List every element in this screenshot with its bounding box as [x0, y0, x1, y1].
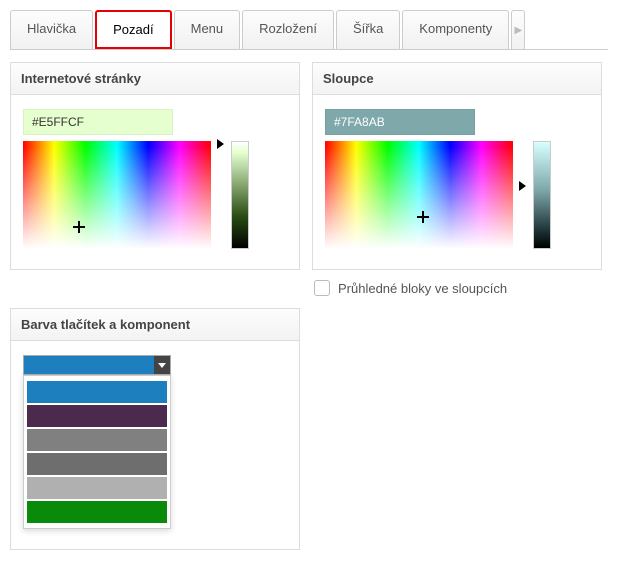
columns-color-value[interactable]: #7FA8AB: [325, 109, 475, 135]
color-option-3[interactable]: [27, 453, 167, 475]
web-color-value[interactable]: #E5FFCF: [23, 109, 173, 135]
tab-sirka[interactable]: Šířka: [336, 10, 400, 49]
tab-komponenty[interactable]: Komponenty: [402, 10, 509, 49]
panel-button-color: Barva tlačítek a komponent: [10, 308, 300, 550]
panel-columns-title: Sloupce: [313, 63, 601, 95]
columns-shade-slider[interactable]: [533, 141, 551, 249]
color-option-2[interactable]: [27, 429, 167, 451]
transparent-blocks-checkbox[interactable]: [314, 280, 330, 296]
tabs-bar: Hlavička Pozadí Menu Rozložení Šířka Kom…: [10, 10, 608, 50]
columns-picker-crosshair: [417, 211, 429, 223]
panels-row-1: Internetové stránky #E5FFCF Sloupce #7FA…: [10, 62, 608, 296]
tab-scroll-right[interactable]: ▶: [511, 10, 525, 49]
tab-menu[interactable]: Menu: [174, 10, 241, 49]
panel-web-title: Internetové stránky: [11, 63, 299, 95]
web-hue-saturation-picker[interactable]: [23, 141, 211, 249]
chevron-right-icon: ▶: [514, 25, 522, 36]
button-color-options: [23, 375, 171, 529]
columns-hue-saturation-picker[interactable]: [325, 141, 513, 249]
web-shade-pointer-icon: [217, 139, 224, 149]
panel-columns: Sloupce #7FA8AB: [312, 62, 602, 270]
color-option-5[interactable]: [27, 501, 167, 523]
panel-web-pages: Internetové stránky #E5FFCF: [10, 62, 300, 270]
color-option-4[interactable]: [27, 477, 167, 499]
panel-button-color-title: Barva tlačítek a komponent: [11, 309, 299, 341]
tab-pozadi[interactable]: Pozadí: [95, 10, 171, 49]
transparent-blocks-label: Průhledné bloky ve sloupcích: [338, 281, 507, 296]
panels-row-2: Barva tlačítek a komponent: [10, 308, 608, 550]
web-shade-slider[interactable]: [231, 141, 249, 249]
web-picker-crosshair: [73, 221, 85, 233]
chevron-down-icon: [158, 363, 166, 368]
button-color-dropdown-toggle[interactable]: [154, 356, 170, 374]
tab-rozlozeni[interactable]: Rozložení: [242, 10, 334, 49]
color-option-0[interactable]: [27, 381, 167, 403]
columns-shade-pointer-icon: [519, 181, 526, 191]
color-option-1[interactable]: [27, 405, 167, 427]
tab-hlavicka[interactable]: Hlavička: [10, 10, 93, 49]
button-color-current[interactable]: [23, 355, 171, 375]
